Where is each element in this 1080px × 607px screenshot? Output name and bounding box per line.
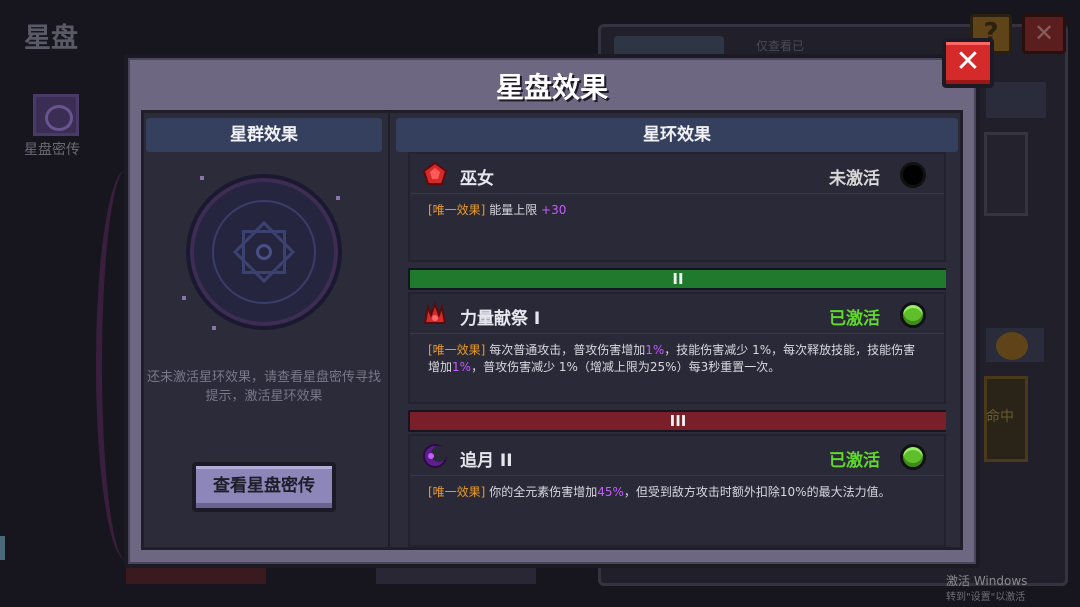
red-gem-icon [422,161,448,185]
sparkle-icon [212,326,216,330]
effect-header: 力量献祭 I 已激活 [410,294,944,334]
unique-effect-tag: [唯一效果] [428,485,486,499]
screen-title: 星盘 [24,23,78,54]
effect-name: 追月 II [460,451,513,471]
effect-status: 未激活 [829,169,880,189]
effect-description: [唯一效果] 你的全元素伤害增加45%，但受到敌方攻击时额外扣除10%的最大法力… [428,484,926,501]
effect-card: 巫女 未激活 [唯一效果] 能量上限 +30 [408,152,946,262]
tier-divider-iii: III [408,410,946,432]
effect-header: 追月 II 已激活 [410,436,944,476]
background-close-button[interactable]: ✕ [1022,14,1066,54]
effect-card: 追月 II 已激活 [唯一效果] 你的全元素伤害增加45%，但受到敌方攻击时额外… [408,434,946,547]
sparkle-icon [182,296,186,300]
desc-highlight: 1% [452,360,472,374]
column-divider [388,110,390,548]
star-ring-effects-header: 星环效果 [396,118,958,152]
effects-list[interactable]: 巫女 未激活 [唯一效果] 能量上限 +30 II 力量献祭 I 已激活 [唯一… [408,152,946,547]
background-bar [986,82,1046,118]
star-chart-book-icon[interactable] [33,94,79,136]
status-indicator [900,302,926,328]
desc-text: ，普攻伤害减少 1%（增减上限为25%）每3秒重置一次。 [471,360,781,374]
star-chart-disc-icon [186,174,342,330]
effect-status: 已激活 [829,309,880,329]
effect-status: 已激活 [829,451,880,471]
tier-divider-ii: II [408,268,946,290]
desc-highlight: 45% [597,485,624,499]
sparkle-icon [200,176,204,180]
background-card-text: 命中 [986,409,1014,425]
purple-moon-icon [423,444,447,468]
hint-text: 还未激活星环效果，请查看星盘密传寻找提示，激活星环效果 [146,370,381,404]
desc-text: 每次普通攻击，普攻伤害增加 [489,343,646,357]
effect-card: 力量献祭 I 已激活 [唯一效果] 每次普通攻击，普攻伤害增加1%，技能伤害减少… [408,292,946,404]
unique-effect-tag: [唯一效果] [428,343,486,357]
background-button [376,566,536,584]
desc-highlight: +30 [541,203,567,217]
windows-watermark: 激活 Windows [946,574,1028,588]
coin-icon [996,332,1028,360]
unique-effect-tag: [唯一效果] [428,203,486,217]
status-indicator [900,444,926,470]
sparkle-icon [336,196,340,200]
desc-text: 能量上限 [489,203,542,217]
status-indicator [900,162,926,188]
close-button[interactable]: ✕ [942,38,994,88]
desc-highlight: 1% [645,343,665,357]
only-seen-toggle-label: 仅查看已 [756,39,805,53]
view-star-chart-lore-button[interactable]: 查看星盘密传 [192,462,336,512]
desc-text: 你的全元素伤害增加 [489,485,598,499]
effect-header: 巫女 未激活 [410,154,944,194]
windows-watermark-sub: 转到"设置"以激活 Windows。 [946,592,1026,603]
side-item-label: 星盘密传 [24,142,80,158]
background-edge [0,536,5,560]
constellation-effects-header: 星群效果 [146,118,382,152]
modal-title: 星盘效果 [495,71,608,104]
red-claw-icon [423,301,447,324]
effect-description: [唯一效果] 能量上限 +30 [428,202,926,219]
effect-description: [唯一效果] 每次普通攻击，普攻伤害增加1%，技能伤害减少 1%，每次释放技能，… [428,342,926,376]
background-card [984,132,1028,216]
background-button [126,566,266,584]
effect-name: 力量献祭 I [460,309,541,329]
desc-text: ，但受到敌方攻击时额外扣除10%的最大法力值。 [623,485,891,499]
effect-name: 巫女 [460,169,494,189]
